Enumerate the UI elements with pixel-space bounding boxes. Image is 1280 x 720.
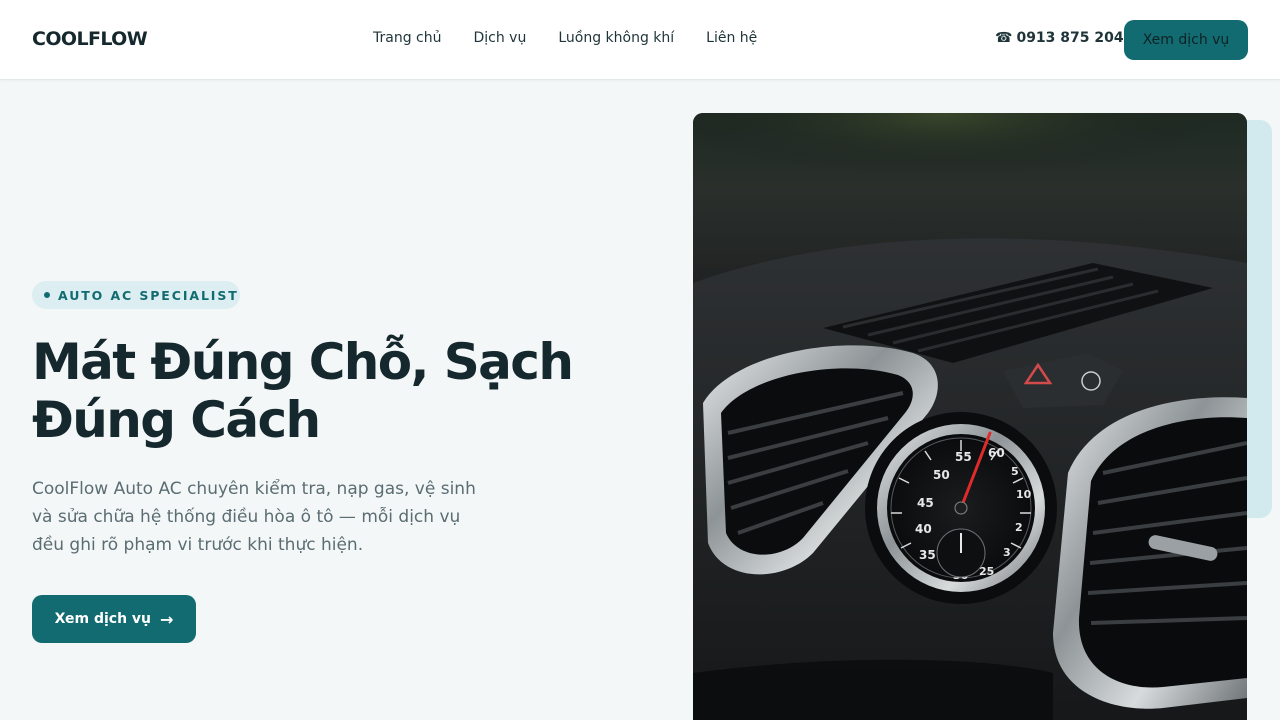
nav-airflow[interactable]: Luồng không khí [558,30,674,46]
gauge-label: 5 [1011,465,1019,478]
nav-home[interactable]: Trang chủ [373,30,441,46]
gauge-label: 50 [933,468,950,482]
header-services-button[interactable]: Xem dịch vụ [1124,20,1248,60]
specialist-badge: AUTO AC SPECIALIST [32,281,240,309]
hero-dashboard-image: 55 60 5 50 45 40 35 10 2 3 25 30 [693,113,1247,720]
gauge-label: 45 [917,496,934,510]
phone-number: 0913 875 204 [1016,30,1124,46]
nav-contact[interactable]: Liên hệ [706,30,757,46]
dashboard-photo-icon: 55 60 5 50 45 40 35 10 2 3 25 30 [693,113,1247,720]
badge-dot-icon [44,292,50,298]
hero-services-label: Xem dịch vụ [54,611,152,627]
gauge-label: 3 [1003,546,1011,559]
site-header: COOLFLOW Trang chủ Dịch vụ Luồng không k… [0,0,1280,80]
phone-icon: ☎ [995,30,1013,46]
gauge-label: 55 [955,450,972,464]
gauge-label: 25 [979,565,994,578]
gauge-label: 60 [988,446,1005,460]
gauge-label: 2 [1015,521,1023,534]
logo[interactable]: COOLFLOW [32,28,148,50]
hero-services-button[interactable]: Xem dịch vụ → [32,595,196,643]
badge-text: AUTO AC SPECIALIST [58,287,239,303]
hero-description: CoolFlow Auto AC chuyên kiểm tra, nạp ga… [32,479,476,555]
arrow-right-icon: → [160,609,174,629]
hero-title: Mát Đúng Chỗ, Sạch Đúng Cách [32,333,632,449]
hero-title-line-2: Đúng Cách [32,391,321,449]
gauge-label: 35 [919,548,936,562]
gauge-label: 10 [1016,488,1032,501]
main-nav: Trang chủ Dịch vụ Luồng không khí Liên h… [373,30,789,46]
nav-services[interactable]: Dịch vụ [473,30,526,46]
gauge-label: 40 [915,522,932,536]
phone-link[interactable]: ☎ 0913 875 204 [995,30,1124,46]
hero-title-line-1: Mát Đúng Chỗ, Sạch [32,333,574,391]
